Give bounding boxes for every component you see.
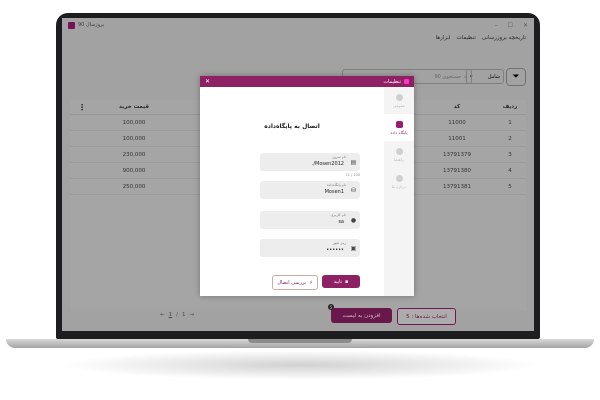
laptop-frame: پروژسال 90 – ☐ ✕ تاریخچه بروزرسانی تنظیم… <box>56 13 540 339</box>
dialog-close-icon[interactable]: ✕ <box>205 78 210 85</box>
username-field[interactable]: نام کاربری sa ● <box>260 211 360 229</box>
settings-logo-icon <box>404 79 409 84</box>
server-name-field[interactable]: نام سرور ./Mosen2012 ▤ <box>260 153 360 171</box>
plug-icon: ⚡ <box>309 279 313 286</box>
settings-sidebar: عمومی پایگاه داده راهنما درباره ما <box>384 87 414 296</box>
sidebar-item-label: راهنما <box>394 156 404 162</box>
field-label: نام کاربری <box>330 213 346 217</box>
button-label: تایید <box>333 278 343 285</box>
field-value: •••••• <box>326 247 344 253</box>
lightbulb-icon <box>395 147 403 155</box>
confirm-button[interactable]: تایید ▪ <box>322 275 360 288</box>
test-connection-button[interactable]: بررسی اتصال ⚡ <box>272 275 318 290</box>
field-value: Mosen1 <box>324 189 344 195</box>
database-connection-heading: اتصال به پایگاه‌داده <box>264 123 320 130</box>
dialog-title: تنظیمات <box>383 78 401 85</box>
database-name-field[interactable]: نام پایگاه‌داده Mosen1 ⛁ <box>260 181 360 199</box>
database-icon <box>395 120 403 128</box>
field-label: نام سرور <box>332 155 346 159</box>
sidebar-item-general[interactable]: عمومی <box>384 87 414 114</box>
laptop-shadow <box>60 350 540 380</box>
button-label: بررسی اتصال <box>277 279 307 286</box>
laptop-notch <box>248 339 352 343</box>
sidebar-item-database[interactable]: پایگاه داده <box>384 114 414 141</box>
database-icon: ⛁ <box>350 187 357 194</box>
field-value: sa <box>338 219 344 225</box>
server-icon: ▤ <box>350 159 357 166</box>
sidebar-item-label: پایگاه داده <box>390 129 408 135</box>
sidebar-item-help[interactable]: راهنما <box>384 141 414 168</box>
settings-dialog: تنظیمات ✕ عمومی پایگاه داده راهنما دربار… <box>200 76 414 296</box>
lock-icon: ▣ <box>350 245 357 252</box>
sidebar-item-about[interactable]: درباره ما <box>384 168 414 195</box>
field-label: نام پایگاه‌داده <box>326 183 346 187</box>
field-value: ./Mosen2012 <box>311 161 344 167</box>
info-icon <box>395 174 403 182</box>
sidebar-item-label: درباره ما <box>391 183 407 189</box>
user-icon: ● <box>350 217 357 224</box>
dialog-body: اتصال به پایگاه‌داده نام سرور ./Mosen201… <box>200 87 384 296</box>
dialog-header: تنظیمات ✕ <box>200 76 414 87</box>
save-icon: ▪ <box>345 278 349 285</box>
laptop-screen: پروژسال 90 – ☐ ✕ تاریخچه بروزرسانی تنظیم… <box>62 18 534 331</box>
password-field[interactable]: رمز عبور •••••• ▣ <box>260 239 360 257</box>
app-window: پروژسال 90 – ☐ ✕ تاریخچه بروزرسانی تنظیم… <box>62 18 534 331</box>
char-counter: 11 / 100 <box>345 173 360 177</box>
gear-icon <box>395 93 403 101</box>
field-label: رمز عبور <box>332 241 346 245</box>
sidebar-item-label: عمومی <box>392 102 406 108</box>
